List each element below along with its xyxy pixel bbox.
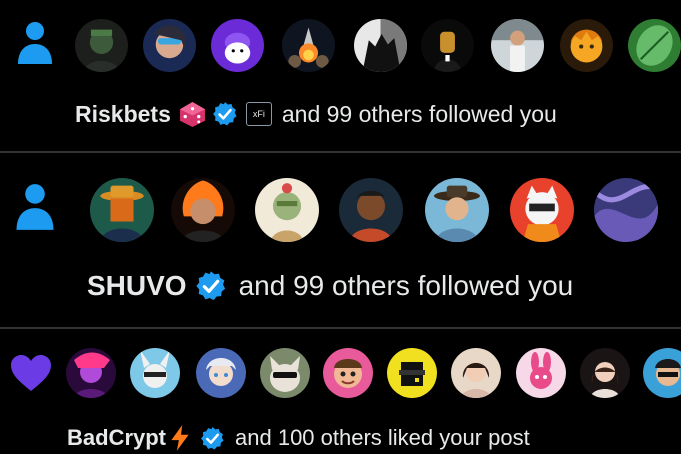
- person-icon: [18, 22, 52, 64]
- avatar[interactable]: [282, 19, 335, 72]
- avatar[interactable]: [421, 19, 474, 72]
- verified-badge-icon: [212, 102, 237, 126]
- avatar[interactable]: [425, 178, 489, 242]
- avatar[interactable]: [580, 348, 630, 398]
- notification-text: BadCrypt and 100 others liked your post: [67, 425, 530, 451]
- avatar[interactable]: [510, 178, 574, 242]
- avatar[interactable]: [491, 19, 544, 72]
- verified-badge-icon: [201, 426, 224, 450]
- verified-badge-icon: [195, 271, 225, 301]
- notification-follow-1[interactable]: Riskbets xFi and 99 others followed you: [0, 0, 681, 151]
- avatar[interactable]: [643, 348, 681, 398]
- username[interactable]: BadCrypt: [67, 425, 166, 451]
- avatar[interactable]: [516, 348, 566, 398]
- affiliate-badge[interactable]: xFi: [245, 102, 272, 126]
- avatar[interactable]: [75, 19, 128, 72]
- notification-text: SHUVO and 99 others followed you: [87, 270, 574, 302]
- avatar[interactable]: [260, 348, 310, 398]
- avatar[interactable]: [354, 19, 407, 72]
- avatar[interactable]: [143, 19, 196, 72]
- dice-icon: [179, 101, 205, 127]
- avatar[interactable]: [339, 178, 403, 242]
- username[interactable]: Riskbets: [75, 101, 171, 128]
- avatar[interactable]: [451, 348, 501, 398]
- heart-icon: [11, 355, 51, 391]
- avatar[interactable]: [90, 178, 154, 242]
- notification-like[interactable]: BadCrypt and 100 others liked your post: [0, 329, 681, 451]
- username[interactable]: SHUVO: [87, 270, 187, 302]
- avatar[interactable]: [66, 348, 116, 398]
- notification-follow-2[interactable]: SHUVO and 99 others followed you: [0, 153, 681, 327]
- avatar[interactable]: [387, 348, 437, 398]
- avatar[interactable]: [211, 19, 264, 72]
- avatar[interactable]: [323, 348, 373, 398]
- avatar[interactable]: [560, 19, 613, 72]
- avatar[interactable]: [196, 348, 246, 398]
- person-icon: [16, 184, 54, 230]
- avatar[interactable]: [594, 178, 658, 242]
- notification-text: Riskbets xFi and 99 others followed you: [75, 100, 557, 128]
- avatar[interactable]: [130, 348, 180, 398]
- avatar[interactable]: [255, 178, 319, 242]
- avatar[interactable]: [628, 19, 681, 72]
- lightning-icon: [171, 425, 189, 451]
- avatar[interactable]: [171, 178, 235, 242]
